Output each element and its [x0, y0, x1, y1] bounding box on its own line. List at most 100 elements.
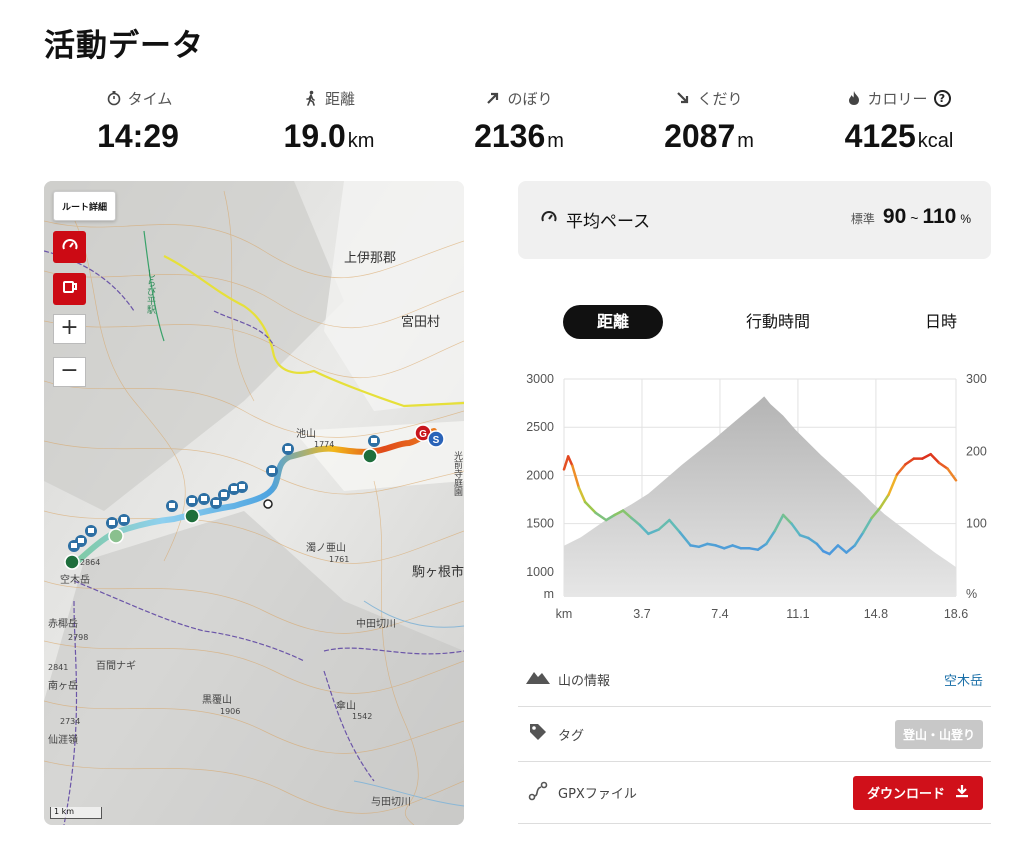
map-label-nakada: 中田切川 — [356, 619, 396, 630]
map-label-fu-elev: 1542 — [352, 712, 373, 721]
x-tick-label: 7.4 — [711, 607, 728, 621]
route-detail-button[interactable]: ルート詳細 — [53, 191, 116, 221]
arrow-down-right-icon — [675, 90, 691, 106]
pace-line-segment — [571, 464, 581, 489]
pace-standard-label: 標準 — [850, 212, 875, 226]
stat-ascent: のぼり 2136 m — [424, 86, 614, 166]
x-tick-label: 3.7 — [633, 607, 650, 621]
map-label-mimae-elev: 1761 — [329, 555, 350, 564]
stat-distance-label: 距離 — [324, 89, 355, 108]
download-icon — [955, 784, 969, 802]
page-title: 活動データ — [44, 28, 204, 64]
stat-descent-unit: m — [737, 130, 754, 152]
map-label-kurobi-elev: 1906 — [220, 707, 241, 716]
stat-ascent-unit: m — [547, 130, 564, 152]
x-unit-label: km — [556, 607, 573, 621]
tab-duration[interactable]: 行動時間 — [723, 305, 833, 339]
map-terrain: G S — [44, 181, 464, 825]
pace-line-segment — [921, 452, 932, 460]
speedometer-icon — [540, 208, 558, 231]
stat-distance-value: 19.0 — [283, 118, 346, 154]
x-tick-label: 18.6 — [944, 607, 968, 621]
elevation-pace-chart: 3000 2500 2000 1500 1000 m 300 200 100% km 3.7 7.4 1… — [526, 372, 987, 621]
stat-time-label: タイム — [127, 89, 173, 108]
mountain-icon — [525, 669, 551, 689]
stat-time: タイム 14:29 — [44, 86, 234, 166]
map-label-miyada: 宮田村 — [401, 315, 441, 330]
stat-distance-unit: km — [347, 130, 375, 152]
pace-toggle-button[interactable] — [53, 231, 86, 263]
pace-line-segment — [577, 486, 587, 504]
tag-badge[interactable]: 登山・山登り — [894, 719, 983, 749]
pace-line-segment — [946, 467, 958, 482]
help-icon[interactable]: ? — [933, 89, 951, 107]
stat-ascent-value: 2136 — [474, 118, 546, 154]
y-left-tick-label: 2000 — [526, 468, 554, 482]
pace-max: 110 — [922, 205, 957, 228]
pace-min: 90 — [882, 205, 907, 228]
pace-line-segment — [887, 473, 899, 496]
mountain-info-row[interactable]: 山の情報 空木岳 — [518, 652, 991, 707]
map-label-okibo: 赤椰岳 — [48, 619, 78, 630]
zoom-in-button[interactable]: + — [53, 314, 86, 344]
y-right-unit-label: % — [966, 587, 977, 601]
stats-row: タイム 14:29 距離 19.0 km のぼり 2136 m くだり 2087 m — [44, 86, 994, 166]
tag-row: タグ 登山・山登り — [518, 707, 991, 762]
y-left-tick-label: 2500 — [526, 420, 554, 434]
pace-line-segment — [937, 461, 949, 470]
y-right-tick-label: 200 — [966, 444, 987, 458]
map-label-kurobi: 黒覆山 — [202, 695, 232, 706]
pace-card: 平均ペース 標準 90 ~ 110 % — [518, 181, 991, 259]
map-label-2841: 2841 — [48, 663, 69, 672]
speedometer-icon — [61, 236, 79, 258]
y-right-tick-label: 300 — [966, 372, 987, 386]
stat-calories-label: カロリー — [867, 89, 928, 108]
mountain-info-label: 山の情報 — [558, 673, 611, 689]
gpx-download-label: ダウンロード — [866, 787, 945, 802]
gpx-label: GPXファイル — [558, 787, 637, 802]
tag-label: タグ — [558, 728, 585, 744]
y-left-tick-label: 1000 — [526, 565, 554, 579]
stat-distance: 距離 19.0 km — [234, 86, 424, 166]
y-right-tick-label: 100 — [966, 517, 987, 531]
y-left-tick-label: 1500 — [526, 517, 554, 531]
map-label-fuyama: 傘山 — [336, 701, 356, 712]
route-map[interactable]: G S 上伊那郡 宮田村 駒ヶ根市 池山 1774 濁ノ亜山 1761 2864… — [44, 181, 464, 825]
tab-distance[interactable]: 距離 — [563, 305, 663, 339]
x-tick-label: 11.1 — [786, 607, 809, 621]
route-path-icon — [527, 780, 549, 806]
x-tick-label: 14.8 — [864, 607, 888, 621]
tab-datetime[interactable]: 日時 — [903, 305, 979, 339]
pace-unit: % — [960, 212, 971, 226]
pace-line-segment — [904, 457, 916, 466]
map-label-kisokoma: 空木岳 — [60, 575, 90, 586]
pace-line-segment — [566, 455, 574, 468]
gpx-download-button[interactable]: ダウンロード — [852, 775, 983, 810]
cup-icon — [61, 278, 79, 300]
map-label-ikeyama-elev: 1774 — [314, 440, 335, 449]
summit-marker-icon[interactable] — [64, 554, 80, 570]
arrow-up-right-icon — [485, 90, 501, 106]
map-label-2734: 2734 — [60, 717, 81, 726]
gpx-row: GPXファイル ダウンロード — [518, 762, 991, 824]
mountain-name-link[interactable]: 空木岳 — [944, 670, 983, 689]
pace-line-segment — [562, 455, 570, 471]
pace-line-segment — [748, 547, 760, 551]
stat-calories: カロリー ? 4125 kcal — [804, 86, 994, 166]
tag-icon — [528, 722, 548, 746]
stat-calories-unit: kcal — [917, 130, 954, 152]
hut-toggle-button[interactable] — [53, 273, 86, 305]
map-label-mimae: 濁ノ亜山 — [306, 543, 346, 554]
y-left-tick-label: 3000 — [526, 372, 554, 386]
zoom-out-button[interactable]: − — [53, 357, 86, 387]
pace-line-segment — [878, 493, 890, 510]
pace-label: 平均ペース — [566, 212, 651, 232]
map-label-sen: 仙涯嶺 — [48, 735, 78, 746]
map-label-okibo-elev: 2798 — [68, 633, 89, 642]
pace-line-segment — [594, 511, 608, 522]
stat-ascent-label: のぼり — [507, 89, 553, 108]
map-label-kiso-elev: 2864 — [80, 558, 101, 567]
y-left-unit-label: m — [544, 587, 554, 601]
stat-time-value: 14:29 — [97, 118, 179, 154]
stat-calories-value: 4125 — [844, 118, 916, 154]
